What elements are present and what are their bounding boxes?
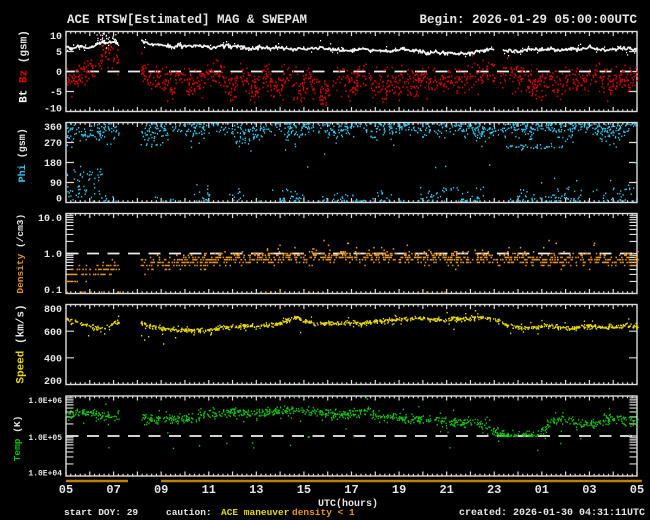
svg-text:600: 600 <box>44 328 62 339</box>
svg-text:23: 23 <box>487 483 501 497</box>
svg-text:07: 07 <box>106 483 120 497</box>
svg-text:Speed (km/s): Speed (km/s) <box>16 304 28 383</box>
svg-text:-10: -10 <box>44 105 62 116</box>
svg-text:03: 03 <box>582 483 596 497</box>
svg-text:Bt Bz (gsm): Bt Bz (gsm) <box>19 30 31 103</box>
svg-text:10: 10 <box>50 32 62 43</box>
svg-text:0.1: 0.1 <box>44 286 62 297</box>
svg-text:Phi (gsm): Phi (gsm) <box>17 128 29 182</box>
svg-text:ACE RTSW[Estimated] MAG & SWEP: ACE RTSW[Estimated] MAG & SWEPAM <box>67 13 307 27</box>
svg-text:13: 13 <box>249 483 263 497</box>
svg-text:start DOY: 29: start DOY: 29 <box>64 507 138 518</box>
svg-text:Begin: 2026-01-29 05:00:00UTC: Begin: 2026-01-29 05:00:00UTC <box>419 13 637 27</box>
svg-text:created: 2026-01-30 04:31:11UT: created: 2026-01-30 04:31:11UTC <box>459 507 645 519</box>
svg-text:17: 17 <box>344 483 358 497</box>
svg-text:01: 01 <box>535 483 549 497</box>
svg-text:400: 400 <box>44 354 62 365</box>
svg-text:19: 19 <box>392 483 406 497</box>
svg-text:-5: -5 <box>50 88 62 99</box>
svg-text:1.0E+04: 1.0E+04 <box>28 469 62 478</box>
svg-text:0: 0 <box>56 195 62 206</box>
svg-text:360: 360 <box>44 123 62 134</box>
svg-text:05: 05 <box>630 483 644 497</box>
svg-text:90: 90 <box>50 179 62 190</box>
svg-text:21: 21 <box>439 483 453 497</box>
svg-text:Density (/cm3): Density (/cm3) <box>15 214 26 294</box>
svg-text:density < 1: density < 1 <box>292 507 355 518</box>
svg-text:ACE maneuver: ACE maneuver <box>221 507 290 518</box>
svg-text:1.0E+06: 1.0E+06 <box>28 397 62 406</box>
svg-text:800: 800 <box>44 305 62 316</box>
svg-text:1.0: 1.0 <box>44 250 62 261</box>
svg-text:11: 11 <box>202 483 216 497</box>
svg-text:05: 05 <box>59 483 73 497</box>
svg-text:5: 5 <box>56 48 62 59</box>
svg-text:0: 0 <box>56 68 62 79</box>
svg-text:09: 09 <box>154 483 168 497</box>
svg-text:10.0: 10.0 <box>38 214 62 225</box>
svg-text:15: 15 <box>297 483 311 497</box>
svg-text:Temp (K): Temp (K) <box>12 416 23 462</box>
svg-text:270: 270 <box>44 139 62 150</box>
svg-text:caution:: caution: <box>166 507 212 518</box>
svg-text:200: 200 <box>44 377 62 388</box>
svg-text:1.0E+05: 1.0E+05 <box>28 434 62 443</box>
svg-text:180: 180 <box>44 159 62 170</box>
